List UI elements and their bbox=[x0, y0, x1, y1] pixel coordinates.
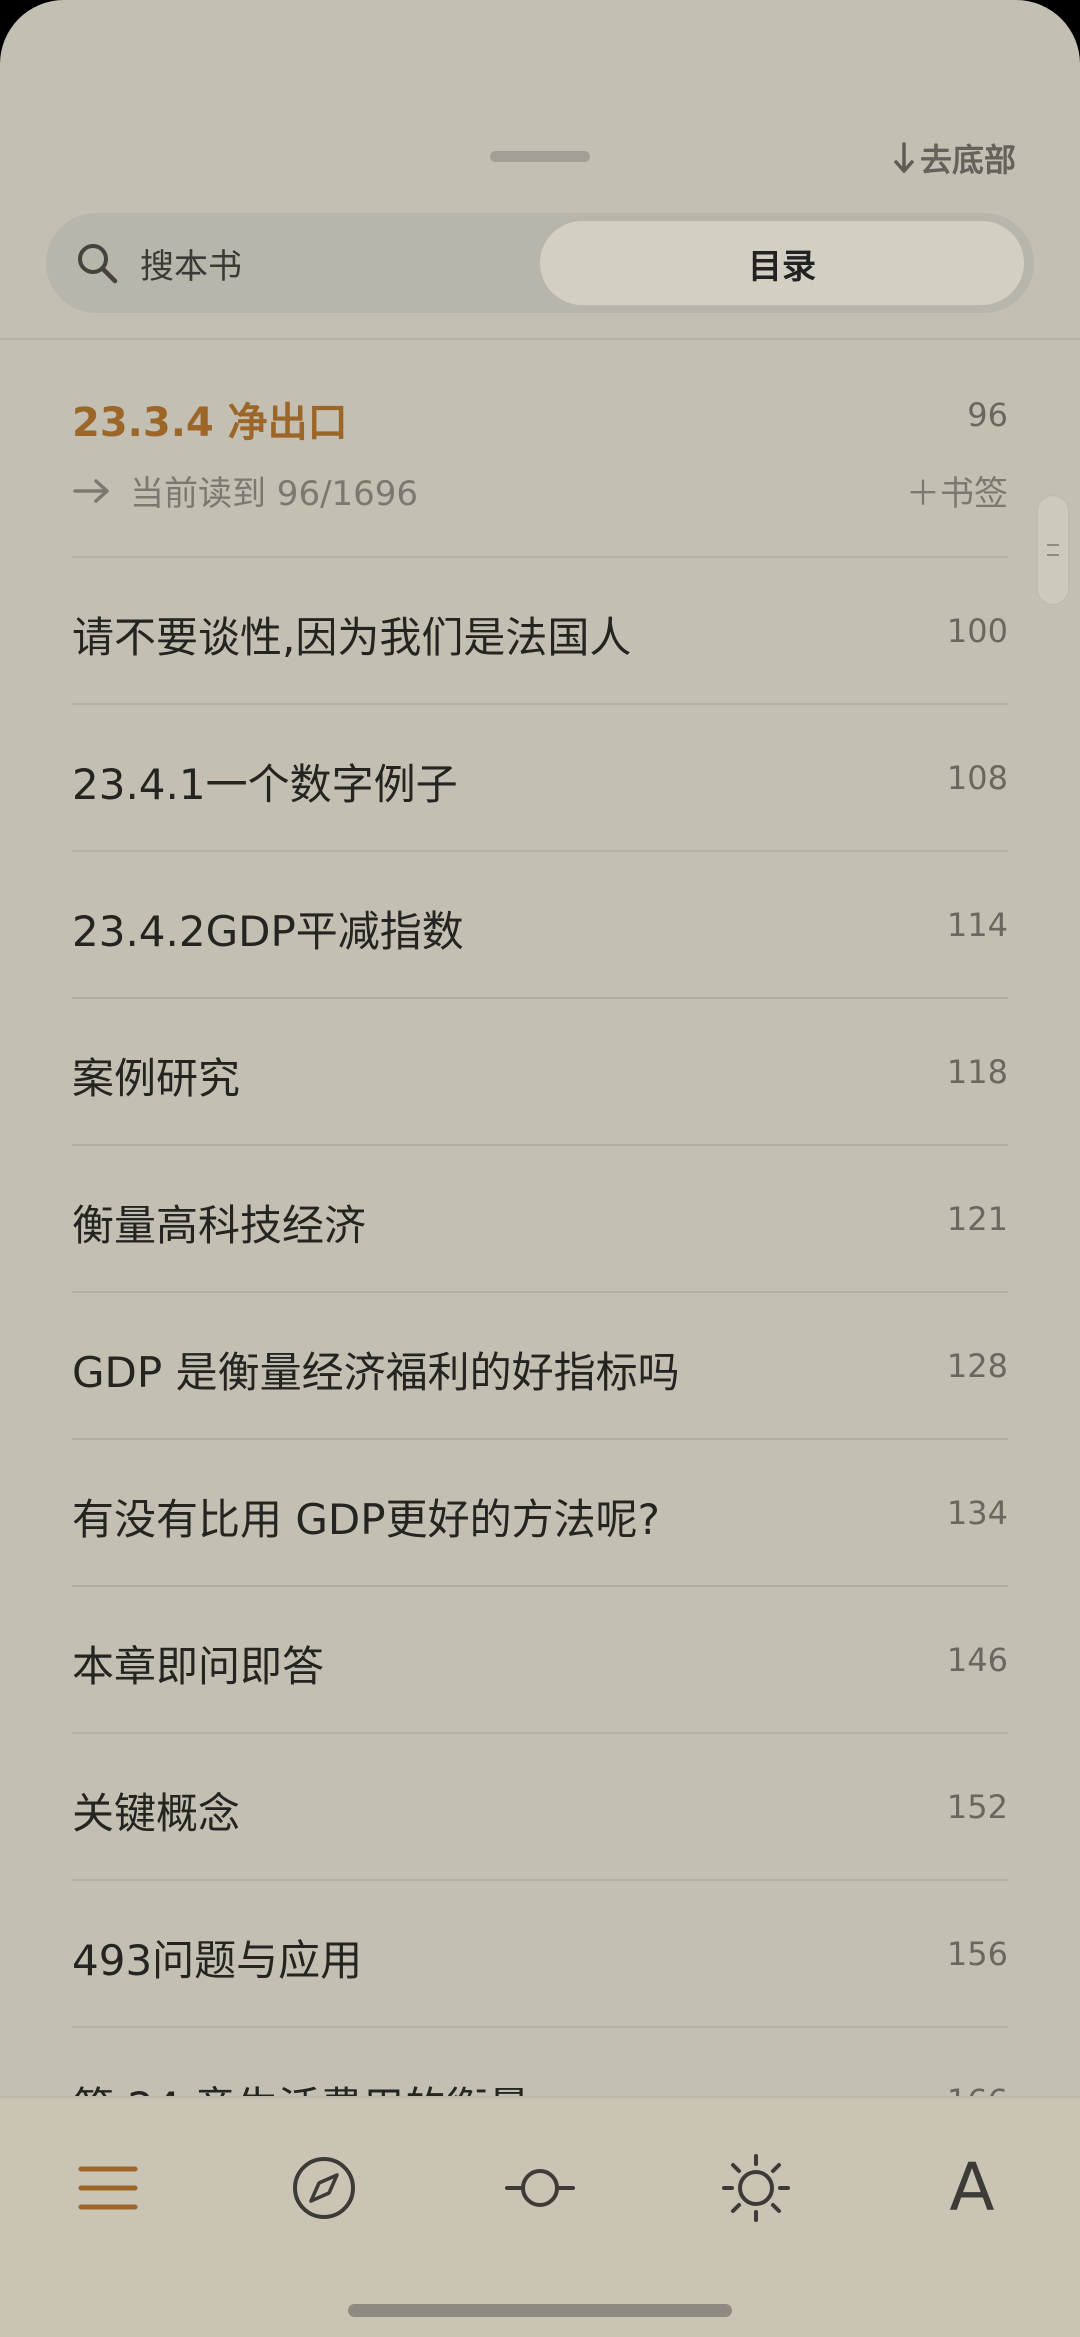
toc-item-title: 有没有比用 GDP更好的方法呢? bbox=[72, 1495, 660, 1544]
sun-icon bbox=[722, 2154, 790, 2222]
go-bottom-label: 去底部 bbox=[919, 141, 1016, 179]
search-book-label: 搜本书 bbox=[140, 246, 242, 287]
grip-line bbox=[1047, 554, 1059, 556]
drag-handle[interactable] bbox=[490, 151, 590, 162]
search-book-tab[interactable]: 搜本书 bbox=[46, 213, 536, 313]
toc-tab-label: 目录 bbox=[748, 246, 816, 287]
menu-icon bbox=[78, 2166, 138, 2210]
progress-button[interactable] bbox=[490, 2138, 590, 2238]
progress-slider-icon bbox=[505, 2169, 575, 2207]
toc-sheet: 去底部 搜本书 目录 23.3.4 净出口 96 当前读到 96/1696 ＋书… bbox=[0, 0, 1080, 2337]
scrollbar-thumb[interactable] bbox=[1038, 496, 1068, 604]
toc-item[interactable]: GDP 是衡量经济福利的好指标吗 128 bbox=[72, 1293, 1008, 1440]
toc-tab[interactable]: 目录 bbox=[540, 221, 1024, 305]
add-bookmark-button[interactable]: ＋书签 bbox=[906, 466, 1008, 515]
toc-item-title: 请不要谈性,因为我们是法国人 bbox=[72, 613, 632, 662]
toc-item-page: 121 bbox=[946, 1200, 1008, 1238]
toc-item[interactable]: 有没有比用 GDP更好的方法呢? 134 bbox=[72, 1440, 1008, 1587]
font-settings-button[interactable]: A bbox=[922, 2138, 1022, 2238]
search-icon bbox=[78, 244, 118, 284]
toc-item[interactable]: 衡量高科技经济 121 bbox=[72, 1146, 1008, 1293]
current-chapter-item[interactable]: 23.3.4 净出口 96 当前读到 96/1696 ＋书签 bbox=[72, 376, 1008, 558]
toc-menu-button[interactable] bbox=[58, 2138, 158, 2238]
header-divider bbox=[0, 338, 1080, 340]
toc-item-page: 134 bbox=[946, 1494, 1008, 1532]
reading-progress-text: 当前读到 96/1696 bbox=[130, 474, 419, 514]
toc-item-title: 关键概念 bbox=[72, 1789, 241, 1838]
toc-item[interactable]: 本章即问即答 146 bbox=[72, 1587, 1008, 1734]
toc-item-page: 128 bbox=[946, 1347, 1008, 1385]
toc-item-title: 493问题与应用 bbox=[72, 1936, 363, 1985]
arrow-down-icon bbox=[894, 142, 914, 173]
bottom-toolbar: A bbox=[0, 2096, 1080, 2337]
grip-line bbox=[1047, 544, 1059, 546]
toc-item-page: 156 bbox=[946, 1935, 1008, 1973]
explore-button[interactable] bbox=[274, 2138, 374, 2238]
toc-item-title: 衡量高科技经济 bbox=[72, 1201, 367, 1250]
toc-item-page: 114 bbox=[946, 906, 1008, 944]
home-indicator bbox=[348, 2304, 732, 2317]
brightness-button[interactable] bbox=[706, 2138, 806, 2238]
toc-item[interactable]: 关键概念 152 bbox=[72, 1734, 1008, 1881]
toc-item-page: 118 bbox=[946, 1053, 1008, 1091]
toc-item-title: 23.4.2GDP平减指数 bbox=[72, 907, 464, 956]
toc-item-title: 案例研究 bbox=[72, 1054, 241, 1103]
toc-item-page: 152 bbox=[946, 1788, 1008, 1826]
toc-item-page: 146 bbox=[946, 1641, 1008, 1679]
toc-item-title: GDP 是衡量经济福利的好指标吗 bbox=[72, 1348, 680, 1397]
segmented-control: 搜本书 目录 bbox=[46, 213, 1034, 313]
font-icon: A bbox=[949, 2149, 995, 2226]
toc-item[interactable]: 请不要谈性,因为我们是法国人 100 bbox=[72, 558, 1008, 705]
toc-item[interactable]: 23.4.2GDP平减指数 114 bbox=[72, 852, 1008, 999]
toc-item[interactable]: 23.4.1一个数字例子 108 bbox=[72, 705, 1008, 852]
compass-icon bbox=[293, 2157, 355, 2219]
current-chapter-page: 96 bbox=[967, 396, 1008, 434]
current-chapter-title: 23.3.4 净出口 bbox=[72, 400, 348, 446]
arrow-right-icon bbox=[73, 478, 109, 503]
toc-item[interactable]: 493问题与应用 156 bbox=[72, 1881, 1008, 2028]
go-bottom-button[interactable]: 去底部 bbox=[892, 136, 1016, 180]
toc-item-page: 108 bbox=[946, 759, 1008, 797]
toc-list: 请不要谈性,因为我们是法国人 100 23.4.1一个数字例子 108 23.4… bbox=[72, 558, 1008, 2175]
toc-item-title: 本章即问即答 bbox=[72, 1642, 325, 1691]
toc-item[interactable]: 案例研究 118 bbox=[72, 999, 1008, 1146]
reading-progress: 当前读到 96/1696 bbox=[72, 466, 418, 515]
toc-item-page: 100 bbox=[946, 612, 1008, 650]
toc-item-title: 23.4.1一个数字例子 bbox=[72, 760, 458, 809]
